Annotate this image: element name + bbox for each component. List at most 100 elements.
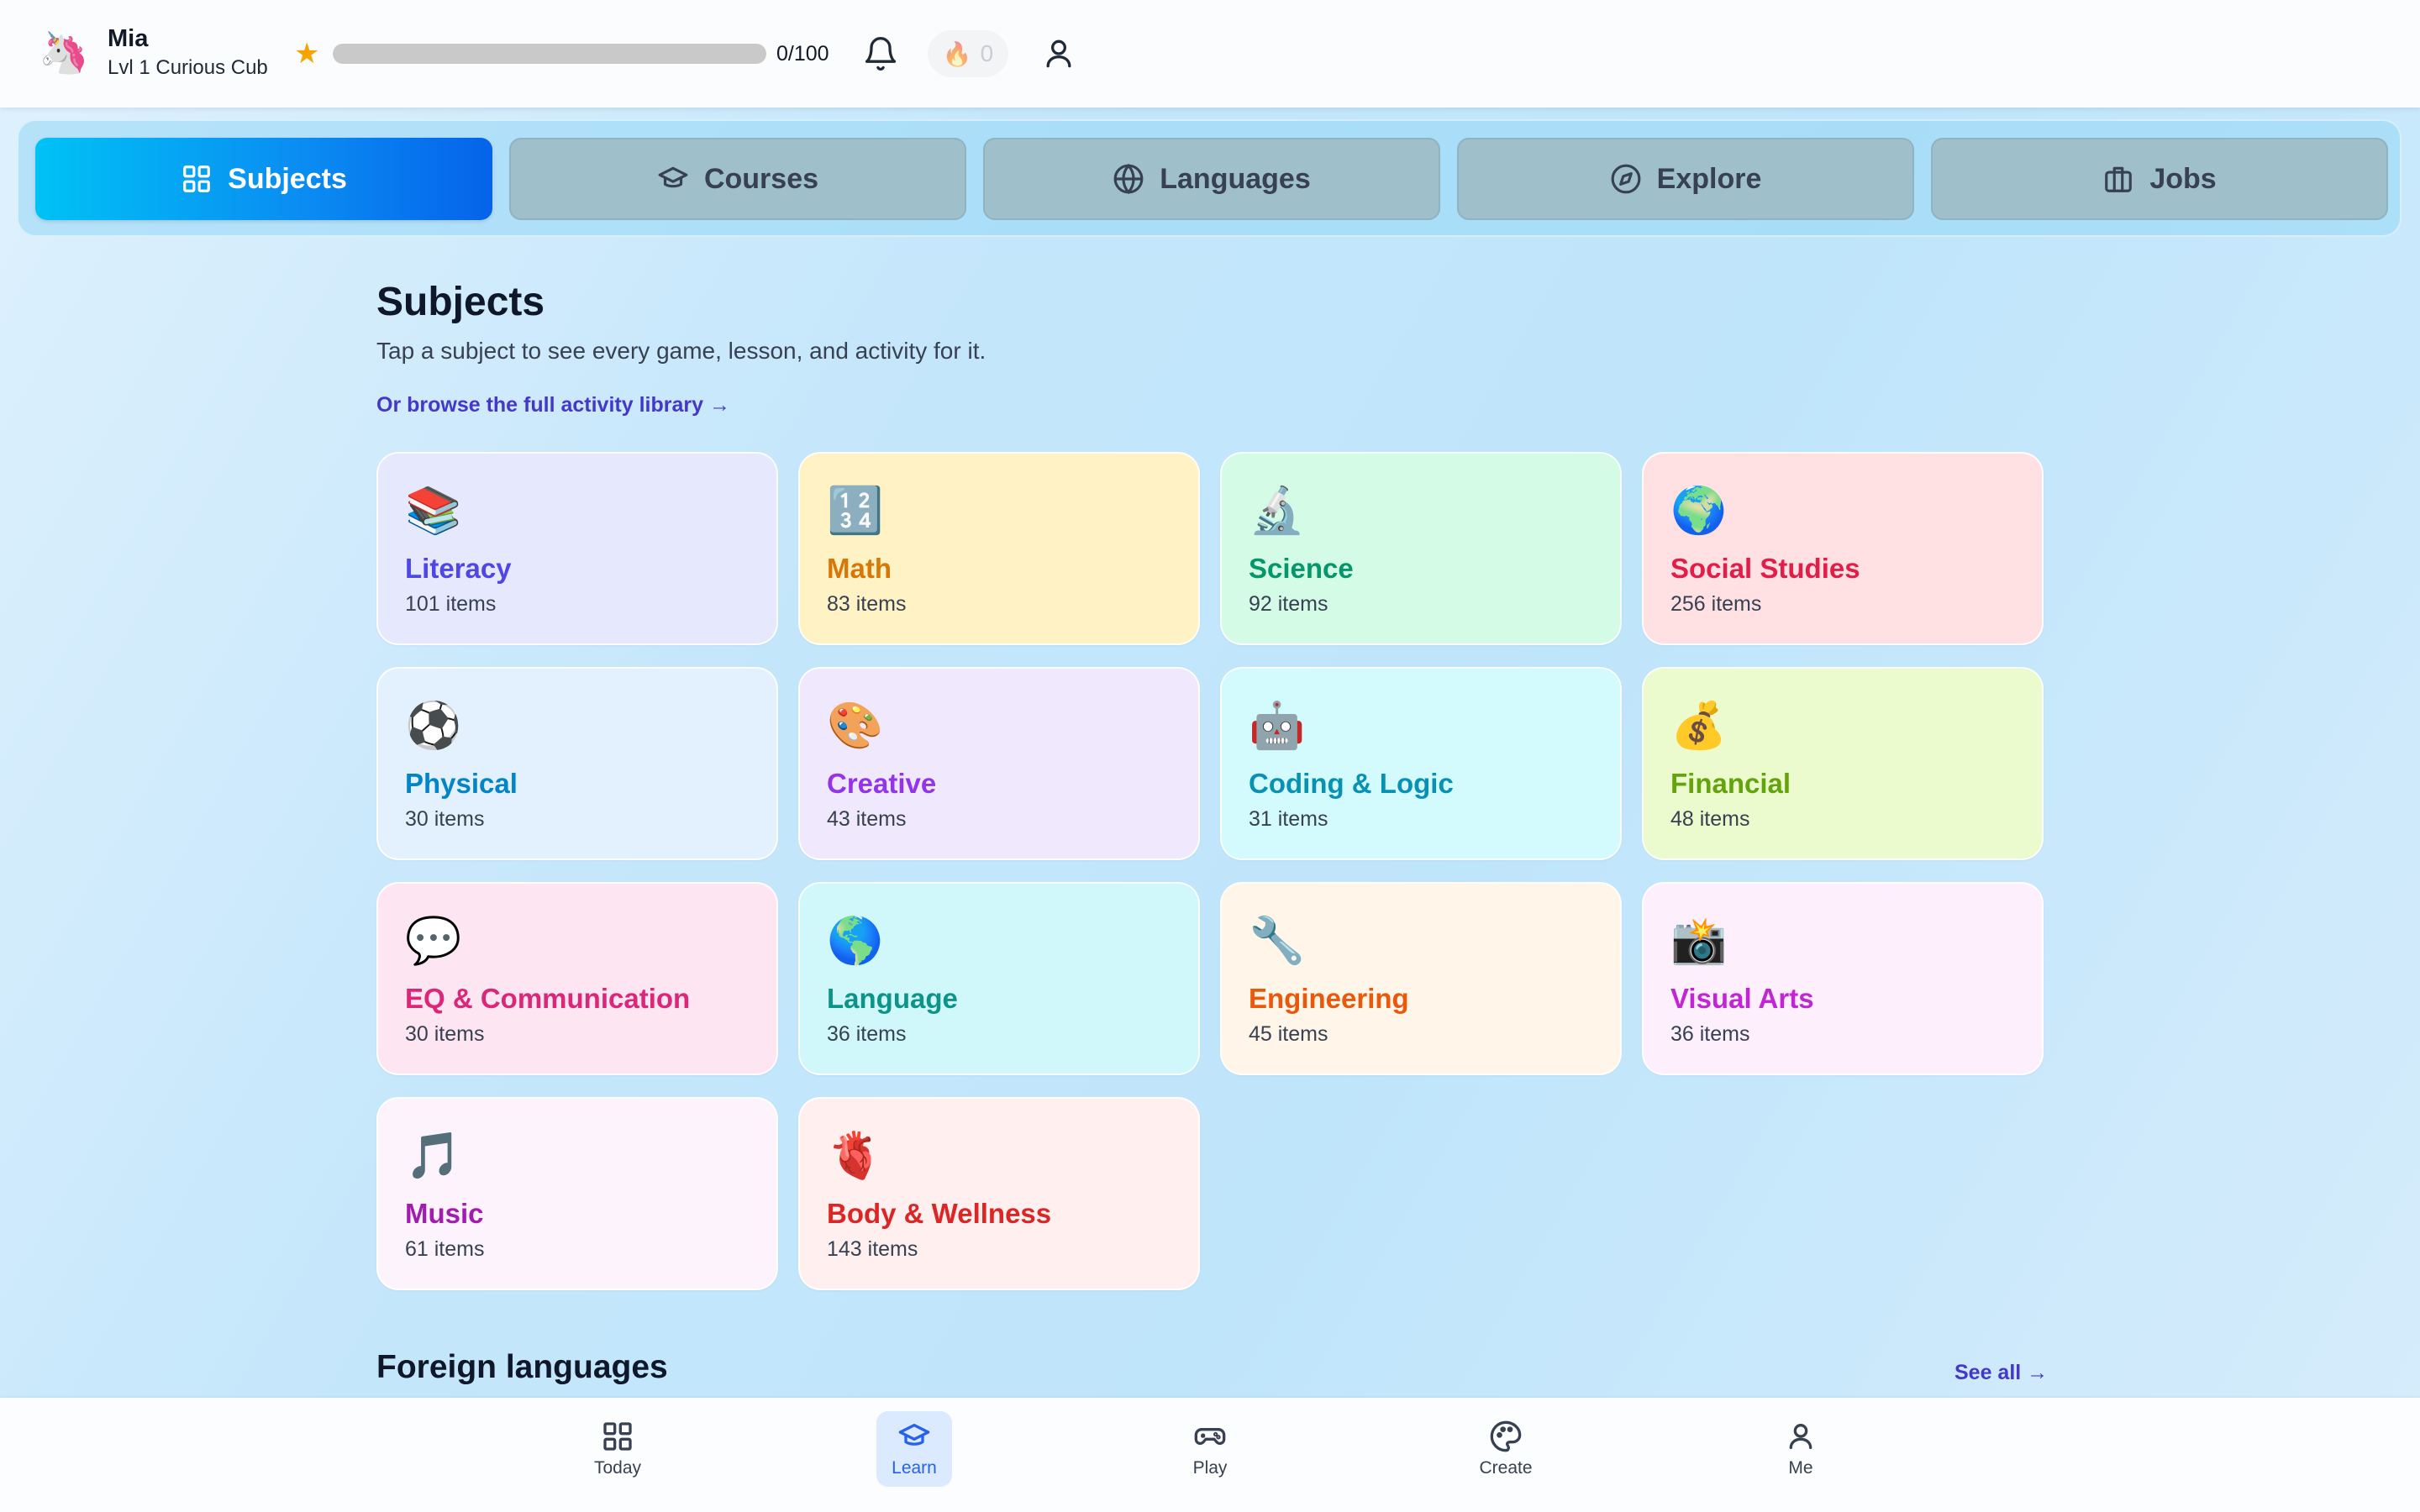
section-tabs: Subjects Courses Languages Explore Jobs — [17, 119, 2402, 237]
subject-icon: 🫀 — [827, 1129, 884, 1182]
subject-name: Math — [827, 553, 892, 584]
subject-icon: 🤖 — [1249, 699, 1306, 752]
subject-icon: 🔬 — [1249, 484, 1306, 537]
page-subtitle: Tap a subject to see every game, lesson,… — [376, 338, 986, 364]
grid-icon — [603, 1422, 632, 1451]
subject-count: 30 items — [405, 807, 485, 831]
subject-name: Visual Arts — [1670, 983, 1814, 1014]
nav-create[interactable]: Create — [1468, 1411, 1544, 1487]
tab-languages[interactable]: Languages — [983, 138, 1440, 220]
subject-name: Engineering — [1249, 983, 1409, 1014]
tab-label: Courses — [703, 162, 819, 195]
subject-count: 31 items — [1249, 807, 1328, 831]
compass-icon — [1611, 164, 1641, 194]
subject-name: Music — [405, 1198, 484, 1229]
subject-card[interactable]: 🔢 Math 83 items — [798, 452, 1200, 645]
subject-icon: 🌍 — [1670, 484, 1728, 537]
subject-count: 83 items — [827, 592, 907, 616]
streak-badge[interactable]: 🔥 0 — [928, 30, 1008, 77]
tab-explore[interactable]: Explore — [1457, 138, 1914, 220]
nav-label: Play — [1192, 1458, 1228, 1478]
palette-icon — [1490, 1420, 1522, 1452]
subject-card[interactable]: 🤖 Coding & Logic 31 items — [1220, 667, 1622, 860]
grid-icon — [183, 165, 210, 192]
subject-card[interactable]: 🌍 Social Studies 256 items — [1642, 452, 2044, 645]
subject-icon: 💰 — [1670, 699, 1728, 752]
tab-label: Subjects — [228, 162, 347, 195]
subject-icon: 💬 — [405, 914, 462, 967]
foreign-languages-title: Foreign languages — [376, 1349, 668, 1385]
nav-me[interactable]: Me — [1763, 1411, 1839, 1487]
tab-label: Explore — [1656, 162, 1762, 195]
subject-card[interactable]: 📚 Literacy 101 items — [376, 452, 778, 645]
xp-progress-bar — [333, 44, 766, 64]
subject-card[interactable]: 📸 Visual Arts 36 items — [1642, 882, 2044, 1075]
flame-icon: 🔥 — [942, 40, 972, 67]
subject-name: Physical — [405, 768, 518, 799]
subject-name: EQ & Communication — [405, 983, 691, 1014]
nav-label: Me — [1788, 1458, 1813, 1478]
notifications-button[interactable] — [862, 35, 899, 72]
nav-play[interactable]: Play — [1172, 1411, 1248, 1487]
briefcase-icon — [2105, 166, 2133, 192]
subject-name: Financial — [1670, 768, 1791, 799]
subject-grid: 📚 Literacy 101 items 🔢 Math 83 items 🔬 Science 9… — [376, 452, 2044, 1290]
nav-label: Learn — [892, 1458, 937, 1478]
subject-icon: 🔧 — [1249, 914, 1306, 967]
user-level: Lvl 1 Curious Cub — [108, 56, 268, 79]
nav-today[interactable]: Today — [580, 1411, 655, 1487]
subject-count: 48 items — [1670, 807, 1750, 831]
bottom-nav: Today Learn Play Create Me — [0, 1398, 2420, 1512]
profile-button[interactable] — [1040, 35, 1077, 72]
graduation-cap-icon — [658, 166, 688, 188]
subject-card[interactable]: 🎨 Creative 43 items — [798, 667, 1200, 860]
graduation-cap-icon — [898, 1424, 930, 1446]
subject-card[interactable]: 🌎 Language 36 items — [798, 882, 1200, 1075]
tab-jobs[interactable]: Jobs — [1931, 138, 2388, 220]
globe-icon — [1113, 163, 1144, 195]
tab-subjects[interactable]: Subjects — [35, 138, 492, 220]
subject-icon: ⚽ — [405, 699, 462, 752]
bell-icon — [865, 37, 897, 71]
subject-count: 43 items — [827, 807, 907, 831]
subject-count: 143 items — [827, 1237, 918, 1261]
subject-name: Body & Wellness — [827, 1198, 1052, 1229]
subject-name: Language — [827, 983, 958, 1014]
subject-icon: 📚 — [405, 484, 462, 537]
subject-count: 45 items — [1249, 1022, 1328, 1046]
user-icon — [1789, 1424, 1812, 1449]
subject-icon: 🎨 — [827, 699, 884, 752]
top-bar: 🦄 Mia Lvl 1 Curious Cub ★ 0/100 🔥 0 — [0, 0, 2420, 108]
subject-count: 30 items — [405, 1022, 485, 1046]
user-name: Mia — [108, 25, 149, 52]
page-title: Subjects — [376, 280, 545, 324]
subject-count: 92 items — [1249, 592, 1328, 616]
subject-card[interactable]: 🔧 Engineering 45 items — [1220, 882, 1622, 1075]
subject-count: 36 items — [827, 1022, 907, 1046]
subject-name: Literacy — [405, 553, 512, 584]
see-all-link[interactable]: See all → — [1954, 1361, 2048, 1385]
streak-count: 0 — [980, 40, 994, 66]
subject-card[interactable]: ⚽ Physical 30 items — [376, 667, 778, 860]
subject-card[interactable]: 💰 Financial 48 items — [1642, 667, 2044, 860]
subject-name: Science — [1249, 553, 1354, 584]
nav-learn[interactable]: Learn — [876, 1411, 952, 1487]
subject-card[interactable]: 🫀 Body & Wellness 143 items — [798, 1097, 1200, 1290]
subject-icon: 🌎 — [827, 914, 884, 967]
browse-library-link[interactable]: Or browse the full activity library → — [376, 393, 730, 417]
subject-name: Social Studies — [1670, 553, 1860, 584]
tab-courses[interactable]: Courses — [509, 138, 966, 220]
avatar[interactable]: 🦄 — [39, 30, 89, 77]
xp-progress-fill — [333, 44, 766, 64]
subject-card[interactable]: 🎵 Music 61 items — [376, 1097, 778, 1290]
nav-label: Create — [1479, 1458, 1533, 1478]
subject-card[interactable]: 💬 EQ & Communication 30 items — [376, 882, 778, 1075]
subject-icon: 📸 — [1670, 914, 1728, 967]
subject-count: 36 items — [1670, 1022, 1750, 1046]
nav-label: Today — [593, 1458, 642, 1478]
xp-text: 0/100 — [776, 42, 829, 66]
star-icon: ★ — [294, 38, 320, 70]
subject-card[interactable]: 🔬 Science 92 items — [1220, 452, 1622, 645]
subject-count: 256 items — [1670, 592, 1762, 616]
gamepad-icon — [1194, 1428, 1226, 1446]
